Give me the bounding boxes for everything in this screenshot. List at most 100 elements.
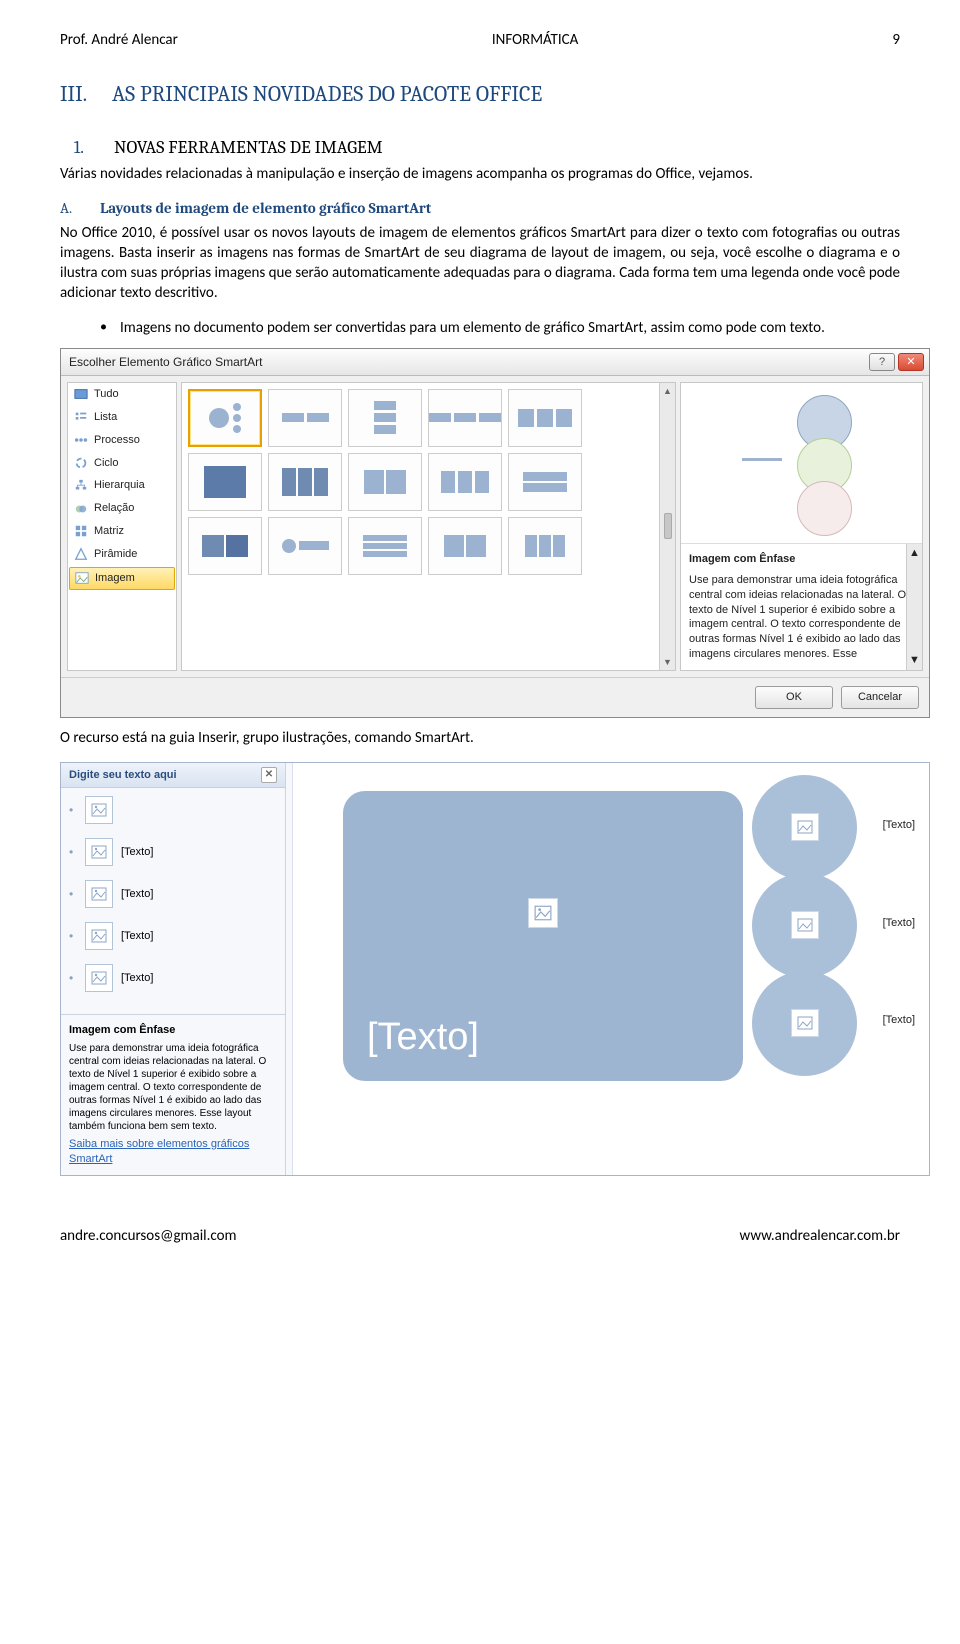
tp-foot-title: Imagem com Ênfase (69, 1023, 277, 1038)
text-pane-item[interactable]: • [Texto] (69, 964, 277, 992)
scrollbar-thumb[interactable] (664, 513, 672, 539)
ok-button[interactable]: OK (755, 686, 833, 709)
smartart-link[interactable]: SmartArt (69, 1152, 277, 1167)
letter-a-title: Layouts de imagem de elemento gráfico Sm… (100, 198, 431, 218)
close-textpane-button[interactable]: ✕ (261, 767, 277, 783)
text-pane-item[interactable]: • [Texto] (69, 922, 277, 950)
smartart-dialog: Escolher Elemento Gráfico SmartArt ? ✕ T… (60, 348, 930, 718)
sub-title: NOVAS FERRAMENTAS DE IMAGEM (114, 136, 383, 160)
bullet-item-1: Imagens no documento podem ser convertid… (100, 318, 900, 338)
cat-ciclo[interactable]: Ciclo (68, 452, 176, 475)
picture-placeholder-icon (85, 922, 113, 950)
side-shape-1[interactable] (752, 775, 857, 880)
smartart-canvas[interactable]: [Texto] [Texto] [Texto] [Texto] (292, 763, 929, 1175)
text-pane-item[interactable]: • [Texto] (69, 880, 277, 908)
bullet-icon: • (69, 802, 77, 818)
cat-processo[interactable]: Processo (68, 429, 176, 452)
tp-foot-body: Use para demonstrar uma ideia fotográfic… (69, 1042, 277, 1133)
side-label-1[interactable]: [Texto] (883, 818, 915, 833)
smartart-thumb[interactable] (268, 389, 342, 447)
image-icon (75, 571, 89, 585)
window-buttons: ? ✕ (869, 353, 924, 371)
scroll-down-icon: ▼ (663, 656, 672, 668)
cat-label: Imagem (95, 571, 135, 586)
picture-placeholder-icon[interactable] (528, 898, 558, 928)
dialog-body: Tudo Lista Processo Ciclo Hierarquia Rel… (61, 376, 929, 677)
cat-label: Matriz (94, 524, 124, 539)
scroll-up-icon: ▲ (909, 546, 920, 561)
dialog-button-row: OK Cancelar (61, 677, 929, 717)
picture-placeholder-icon[interactable] (791, 911, 819, 939)
header-author: Prof. André Alencar (60, 30, 178, 50)
preview-description: Imagem com Ênfase Use para demonstrar um… (681, 543, 922, 670)
section-number: III. (60, 80, 88, 110)
smartart-thumb[interactable] (348, 453, 422, 511)
bullet-icon: • (69, 886, 77, 902)
main-caption[interactable]: [Texto] (367, 1012, 479, 1063)
header-subject: INFORMÁTICA (492, 30, 578, 50)
smartart-thumb[interactable] (268, 453, 342, 511)
smartart-thumb[interactable] (508, 389, 582, 447)
close-button[interactable]: ✕ (898, 353, 924, 371)
bullet-icon: • (69, 844, 77, 860)
page-header: Prof. André Alencar INFORMÁTICA 9 (60, 30, 900, 50)
smartart-thumb[interactable] (268, 517, 342, 575)
cat-tudo[interactable]: Tudo (68, 383, 176, 406)
smartart-thumb[interactable] (428, 389, 502, 447)
category-list: Tudo Lista Processo Ciclo Hierarquia Rel… (67, 382, 177, 671)
hierarchy-icon (74, 479, 88, 493)
text-pane-item[interactable]: • [Texto] (69, 838, 277, 866)
smartart-thumb[interactable] (188, 453, 262, 511)
section-heading: III. AS PRINCIPAIS NOVIDADES DO PACOTE O… (60, 80, 900, 110)
side-label-2[interactable]: [Texto] (883, 916, 915, 931)
cat-imagem[interactable]: Imagem (69, 567, 175, 590)
footer-site: www.andrealencar.com.br (740, 1226, 900, 1246)
text-pane-title: Digite seu texto aqui (69, 768, 177, 783)
picture-placeholder-icon[interactable] (791, 813, 819, 841)
relation-icon (74, 502, 88, 516)
smartart-thumb[interactable] (348, 389, 422, 447)
cat-label: Processo (94, 433, 140, 448)
sub-number: 1. (60, 136, 84, 160)
picture-placeholder-icon (85, 964, 113, 992)
smartart-thumb[interactable] (428, 517, 502, 575)
smartart-thumb[interactable] (508, 453, 582, 511)
text-pane-header: Digite seu texto aqui ✕ (61, 763, 285, 788)
side-label-3[interactable]: [Texto] (883, 1013, 915, 1028)
learn-more-link[interactable]: Saiba mais sobre elementos gráficos (69, 1137, 277, 1152)
cat-label: Tudo (94, 387, 119, 402)
bullet-icon: • (69, 970, 77, 986)
paragraph-1: Várias novidades relacionadas à manipula… (60, 164, 900, 184)
gallery-grid (182, 383, 659, 670)
smartart-thumb[interactable] (508, 517, 582, 575)
preview-text: Use para demonstrar uma ideia fotográfic… (689, 573, 914, 662)
cat-hierarquia[interactable]: Hierarquia (68, 474, 176, 497)
thumbnail-gallery: ▲ ▼ (181, 382, 676, 671)
header-page: 9 (892, 30, 900, 50)
smartart-thumb[interactable] (348, 517, 422, 575)
smartart-thumb[interactable] (188, 517, 262, 575)
paragraph-2: No Office 2010, é possível usar os novos… (60, 223, 900, 304)
text-pane-item-label: [Texto] (121, 971, 153, 986)
cat-relacao[interactable]: Relação (68, 497, 176, 520)
smartart-thumb[interactable] (188, 389, 262, 447)
gallery-scrollbar[interactable]: ▲ ▼ (659, 383, 675, 670)
footer-email: andre.concursos@gmail.com (60, 1226, 237, 1246)
desc-scrollbar[interactable]: ▲ ▼ (906, 544, 922, 670)
text-pane-item-label: [Texto] (121, 845, 153, 860)
cat-matriz[interactable]: Matriz (68, 520, 176, 543)
page-footer: andre.concursos@gmail.com www.andrealenc… (60, 1226, 900, 1246)
main-shape[interactable]: [Texto] (343, 791, 743, 1081)
side-shape-3[interactable] (752, 971, 857, 1076)
section-title: AS PRINCIPAIS NOVIDADES DO PACOTE OFFICE (112, 80, 542, 110)
side-shape-2[interactable] (752, 873, 857, 978)
cancel-button[interactable]: Cancelar (841, 686, 919, 709)
picture-placeholder-icon[interactable] (791, 1009, 819, 1037)
text-pane-item[interactable]: • (69, 796, 277, 824)
cat-label: Ciclo (94, 456, 118, 471)
bullet-list: Imagens no documento podem ser convertid… (60, 318, 900, 338)
cat-piramide[interactable]: Pirâmide (68, 543, 176, 566)
help-button[interactable]: ? (869, 353, 895, 371)
cat-lista[interactable]: Lista (68, 406, 176, 429)
smartart-thumb[interactable] (428, 453, 502, 511)
